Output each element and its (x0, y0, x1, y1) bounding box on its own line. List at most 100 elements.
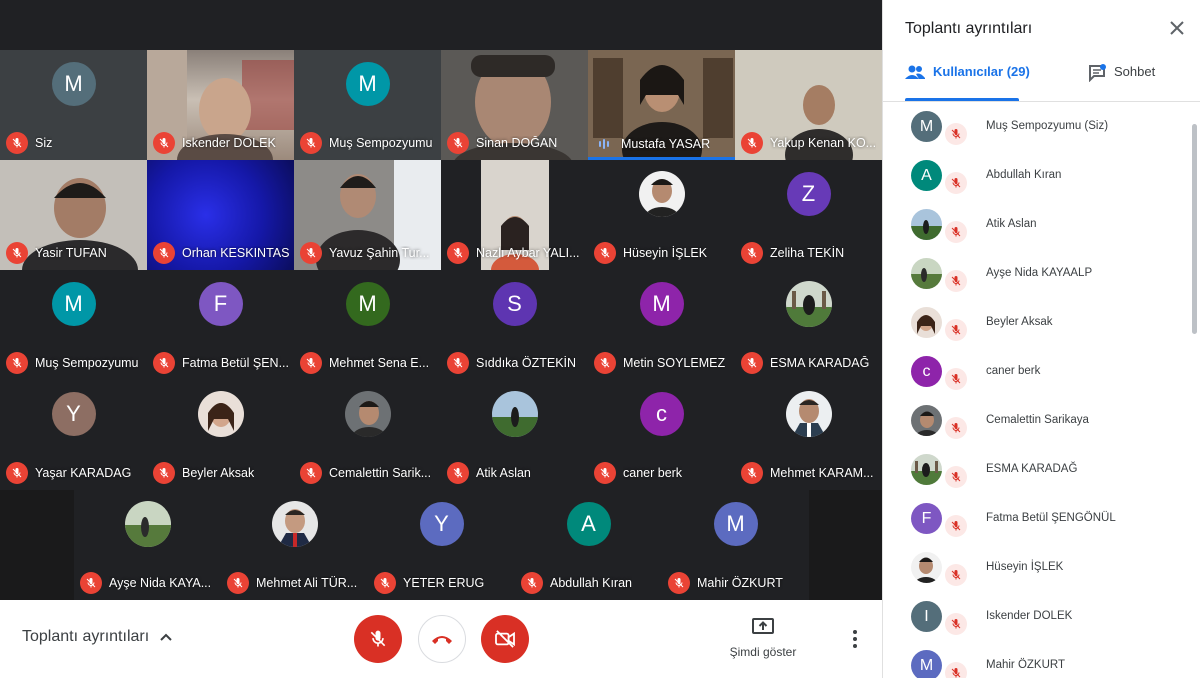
list-item[interactable]: I Iskender DOLEK (883, 592, 1200, 641)
participant-name: Siz (35, 136, 53, 150)
list-item[interactable]: Atik Aslan (883, 200, 1200, 249)
avatar (197, 391, 244, 437)
participant-name: Sinan DOĞAN (476, 136, 558, 150)
participant-tile[interactable]: Nazlı Aybar YALI... (441, 160, 588, 270)
participant-tile[interactable]: Mehmet KARAM... (735, 380, 882, 490)
participant-tile[interactable]: Yasir TUFAN (0, 160, 147, 270)
avatar: S (492, 282, 537, 326)
avatar: M (345, 62, 390, 106)
mic-off-icon (594, 242, 616, 264)
panel-scrollbar[interactable] (1192, 124, 1197, 334)
participant-name: caner berk (986, 365, 1041, 377)
participant-tile[interactable]: F Fatma Betül ŞEN... (147, 270, 294, 380)
mic-off-icon (945, 368, 967, 390)
participant-tile[interactable]: Iskender DOLEK (147, 50, 294, 160)
present-now-button[interactable]: Şimdi göster (724, 618, 802, 659)
participant-tile[interactable]: Z Zeliha TEKİN (735, 160, 882, 270)
participant-name: Iskender DOLEK (182, 136, 276, 150)
close-panel-button[interactable] (1167, 18, 1187, 38)
list-item[interactable]: Hüseyin İŞLEK (883, 543, 1200, 592)
camera-toggle-button[interactable] (481, 615, 529, 663)
participant-name: Mehmet Sena E... (329, 356, 430, 370)
participant-tile[interactable]: Cemalettin Sarik... (294, 380, 441, 490)
avatar (271, 501, 318, 547)
list-item[interactable]: A Abdullah Kıran (883, 151, 1200, 200)
participant-tile[interactable]: Mustafa YASAR (588, 50, 735, 160)
participant-tile[interactable]: M Mahir ÖZKURT (662, 490, 809, 600)
mic-off-icon (300, 242, 322, 264)
list-item[interactable]: c caner berk (883, 347, 1200, 396)
avatar (911, 307, 942, 338)
meeting-details-toggle[interactable]: Toplantı ayrıntıları (22, 628, 173, 646)
participant-tile[interactable]: ESMA KARADAĞ (735, 270, 882, 380)
participant-tile[interactable]: Yavuz Şahin Tur... (294, 160, 441, 270)
phone-hangup-icon (432, 636, 452, 644)
mic-off-icon (447, 352, 469, 374)
avatar (344, 391, 391, 437)
bottom-control-bar: Toplantı ayrıntıları Şimdi göster (0, 600, 882, 678)
list-item[interactable]: Ayşe Nida KAYAALP (883, 249, 1200, 298)
tab-chat[interactable]: Sohbet (1088, 64, 1155, 102)
avatar (785, 391, 832, 437)
list-item[interactable]: M Muş Sempozyumu (Siz) (883, 102, 1200, 151)
participant-tile[interactable]: Orhan KESKINTAS (147, 160, 294, 270)
avatar: M (911, 111, 942, 142)
list-item[interactable]: ESMA KARADAĞ (883, 445, 1200, 494)
mic-off-icon (945, 564, 967, 586)
leave-call-button[interactable] (418, 615, 466, 663)
participant-tile[interactable]: M Metin SOYLEMEZ (588, 270, 735, 380)
participant-tile[interactable]: M Muş Sempozyumu (294, 50, 441, 160)
participant-tile[interactable]: Sinan DOĞAN (441, 50, 588, 160)
present-screen-icon (752, 618, 774, 634)
list-item[interactable]: Beyler Aksak (883, 298, 1200, 347)
avatar (911, 209, 942, 240)
participant-name: Abdullah Kıran (986, 169, 1062, 181)
participant-tile[interactable]: Mehmet Ali TÜR... (221, 490, 368, 600)
participant-tile[interactable]: A Abdullah Kıran (515, 490, 662, 600)
avatar: A (911, 160, 942, 191)
participant-name: Ayşe Nida KAYA... (109, 576, 212, 590)
mic-off-icon (945, 515, 967, 537)
participant-tile[interactable]: Atik Aslan (441, 380, 588, 490)
chat-icon (1089, 64, 1106, 82)
avatar (785, 281, 832, 327)
microphone-toggle-button[interactable] (354, 615, 402, 663)
participant-name: ESMA KARADAĞ (770, 356, 870, 370)
chevron-up-icon (160, 633, 172, 641)
participant-tile[interactable]: S Sıddıka ÖZTEKİN (441, 270, 588, 380)
participant-tile[interactable]: Y Yaşar KARADAG (0, 380, 147, 490)
avatar: F (911, 503, 942, 534)
participant-name: Sıddıka ÖZTEKİN (476, 356, 577, 370)
participant-tile[interactable]: M Muş Sempozyumu (0, 270, 147, 380)
participant-name: Mehmet KARAM... (770, 466, 874, 480)
mic-off-icon (741, 132, 763, 154)
tab-people[interactable]: Kullanıcılar (29) (905, 64, 1030, 102)
participant-name: Mehmet Ali TÜR... (256, 576, 358, 590)
mic-off-icon (80, 572, 102, 594)
avatar (911, 552, 942, 583)
participant-tile[interactable]: Yakup Kenan KO... (735, 50, 882, 160)
mic-off-icon (227, 572, 249, 594)
mic-off-icon (945, 613, 967, 635)
list-item[interactable]: Cemalettin Sarikaya (883, 396, 1200, 445)
participant-tile[interactable]: Ayşe Nida KAYA... (74, 490, 221, 600)
mic-off-icon (521, 572, 543, 594)
mic-off-icon (6, 462, 28, 484)
list-item[interactable]: M Mahir ÖZKURT (883, 641, 1200, 678)
participant-name: Atik Aslan (986, 218, 1037, 230)
participant-tile[interactable]: Beyler Aksak (147, 380, 294, 490)
more-options-button[interactable] (843, 626, 867, 652)
present-now-label: Şimdi göster (729, 645, 797, 659)
participant-tile[interactable]: Y YETER ERUG (368, 490, 515, 600)
participant-tile[interactable]: M Mehmet Sena E... (294, 270, 441, 380)
participant-tile[interactable]: M Siz (0, 50, 147, 160)
mic-off-icon (300, 132, 322, 154)
avatar: I (911, 601, 942, 632)
mic-off-icon (374, 572, 396, 594)
avatar: M (911, 650, 942, 678)
list-item[interactable]: F Fatma Betül ŞENGÖNÜL (883, 494, 1200, 543)
mic-off-icon (153, 462, 175, 484)
participant-tile[interactable]: c caner berk (588, 380, 735, 490)
participant-tile[interactable]: Hüseyin İŞLEK (588, 160, 735, 270)
mic-off-icon (153, 242, 175, 264)
